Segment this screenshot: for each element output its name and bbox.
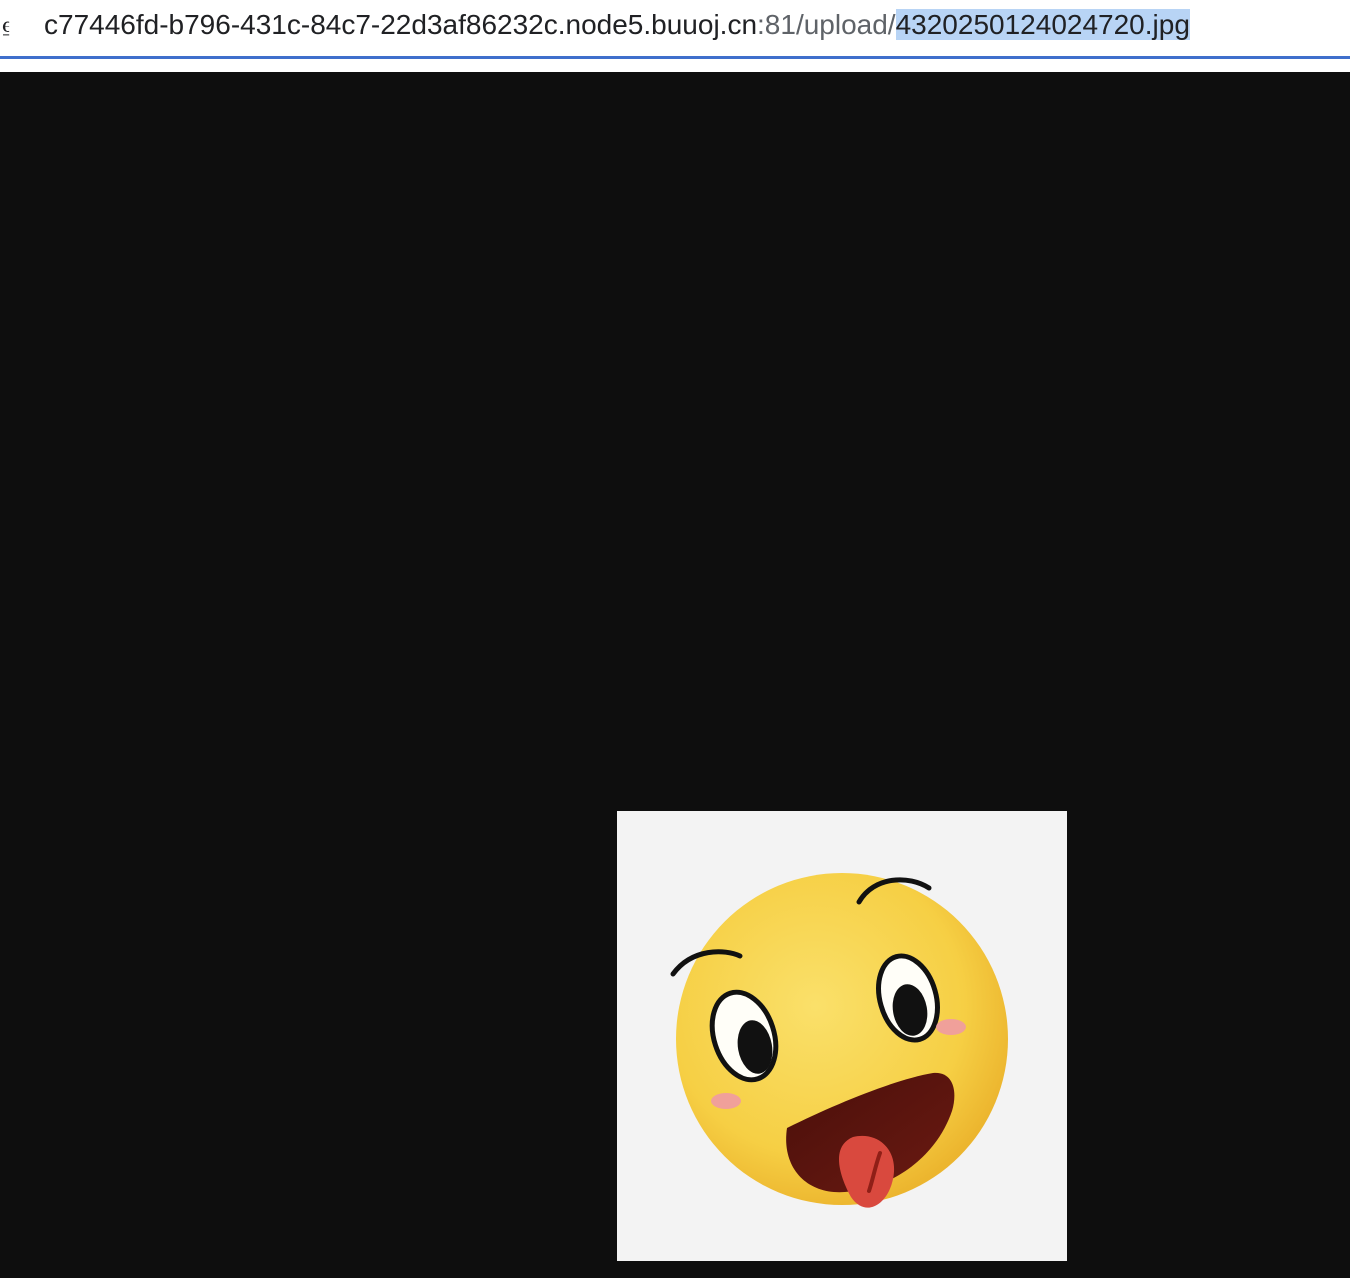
toolbar-divider: [0, 59, 1350, 72]
uploaded-image: [617, 811, 1067, 1261]
tongue-out-emoji-icon: [670, 873, 1008, 1208]
lock-icon[interactable]: ⍷: [0, 8, 13, 42]
url-path: :81/upload/: [757, 9, 896, 40]
left-cheek: [711, 1093, 741, 1109]
url-host: c77446fd-b796-431c-84c7-22d3af86232c.nod…: [44, 9, 758, 40]
address-bar: ⍷ c77446fd-b796-431c-84c7-22d3af86232c.n…: [0, 0, 1350, 56]
right-cheek: [936, 1019, 966, 1035]
url-field[interactable]: c77446fd-b796-431c-84c7-22d3af86232c.nod…: [44, 7, 1190, 43]
url-selected-filename: 4320250124024720.jpg: [895, 9, 1190, 40]
